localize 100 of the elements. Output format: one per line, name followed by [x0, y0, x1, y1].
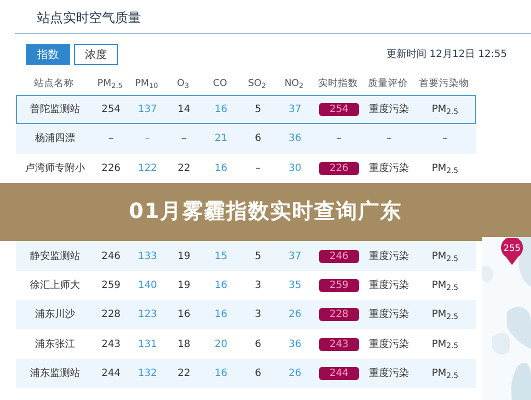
- table-cell: 37: [288, 250, 302, 262]
- table-cell: 35: [288, 280, 302, 291]
- table-cell: PM$_{2.5}$: [432, 162, 458, 174]
- table-cell: 19: [178, 280, 190, 291]
- page-title: 站点实时空气质量: [37, 10, 141, 28]
- table-cell: 19: [178, 250, 190, 262]
- table-cell: 3: [254, 309, 262, 320]
- column-header: 首要污染物: [418, 76, 470, 91]
- table-cell: 重度污染: [369, 309, 409, 320]
- table-cell: 18: [178, 338, 190, 350]
- table-cell: 5: [254, 104, 262, 116]
- table-cell: –: [386, 133, 392, 144]
- table-cell: 228: [101, 309, 121, 320]
- table-cell: PM$_{2.5}$: [432, 280, 458, 291]
- table-cell: 20: [214, 338, 228, 350]
- table-cell: 137: [138, 104, 158, 116]
- table-cell: 静安监测站: [30, 250, 80, 262]
- table-cell: 杨浦四漂: [35, 133, 75, 144]
- table-cell: 131: [138, 338, 158, 350]
- tab[interactable]: 浓度: [74, 44, 118, 65]
- table-cell: 浦东张江: [35, 338, 75, 350]
- column-header: PM$_{2.5}$: [96, 76, 124, 92]
- column-header: PM$_{10}$: [134, 76, 159, 92]
- table-cell: 5: [254, 250, 262, 262]
- index-badge: 246: [319, 250, 359, 263]
- table-cell: PM$_{2.5}$: [432, 338, 458, 350]
- table-cell: 133: [138, 250, 158, 262]
- index-badge: 226: [319, 162, 359, 175]
- table-cell: –: [442, 133, 448, 144]
- table-cell: 重度污染: [369, 162, 409, 174]
- table-cell: 254: [101, 104, 121, 116]
- table-cell: 246: [101, 250, 121, 262]
- table-cell: 259: [101, 280, 121, 291]
- index-badge: 228: [319, 308, 359, 322]
- table-cell: 徐汇上师大: [30, 280, 80, 291]
- table-cell: 140: [138, 280, 158, 291]
- table-cell: 重度污染: [369, 250, 409, 262]
- table-cell: 3: [254, 280, 262, 291]
- column-header: SO$_{2}$: [246, 76, 268, 92]
- table-cell: 卢湾师专附小: [25, 162, 85, 174]
- column-header: O$_{3}$: [176, 76, 190, 92]
- table-cell: 重度污染: [369, 368, 409, 379]
- table-cell: 26: [288, 368, 302, 379]
- table-row[interactable]: 静安监测站 246 133 19 15 5 37 246 重度污染 PM$_{2.5}$: [16, 241, 476, 271]
- table-cell: PM$_{2.5}$: [432, 368, 458, 379]
- table-cell: –: [256, 162, 260, 174]
- banner-title: 01月雾霾指数实时查询广东: [128, 198, 402, 226]
- table-cell: 122: [138, 162, 158, 174]
- table-cell: 6: [254, 133, 262, 144]
- table-cell: 16: [214, 104, 228, 116]
- table-cell: 30: [288, 162, 302, 174]
- update-time: 更新时间 12月12日 12:55: [386, 48, 507, 62]
- index-badge: 244: [319, 366, 359, 380]
- table-cell: 22: [178, 368, 190, 379]
- table-cell: 243: [101, 338, 121, 350]
- table-cell: 浦东监测站: [30, 368, 80, 379]
- table-cell: 重度污染: [369, 338, 409, 350]
- table-row[interactable]: 浦东川沙 228 123 16 16 3 26 228 重度污染 PM$_{2.5}$: [16, 300, 476, 330]
- pin-value: 255: [502, 243, 522, 256]
- table-cell: 16: [214, 162, 228, 174]
- table-cell: 36: [288, 338, 302, 350]
- table-cell: PM$_{2.5}$: [432, 250, 458, 262]
- table-cell: 37: [288, 104, 302, 116]
- table-cell: 14: [178, 104, 190, 116]
- table-cell: 6: [254, 368, 262, 379]
- table-cell: 226: [101, 162, 121, 174]
- index-badge: 259: [319, 278, 359, 292]
- table-cell: 16: [214, 309, 228, 320]
- table-cell: 重度污染: [369, 104, 409, 116]
- map-pin[interactable]: 255: [500, 238, 524, 266]
- table-cell: –: [336, 133, 342, 144]
- table-cell: 16: [178, 309, 190, 320]
- table-cell: 22: [178, 162, 190, 174]
- column-header: 实时指数: [317, 76, 359, 91]
- table-cell: 重度污染: [369, 280, 409, 291]
- table-cell: –: [145, 133, 150, 144]
- table-cell: 36: [288, 133, 302, 144]
- table-cell: –: [108, 133, 114, 144]
- table-row[interactable]: 普陀监测站 254 137 14 16 5 37 254 重度污染 PM$_{2.5}$: [16, 95, 476, 124]
- table-row[interactable]: 浦东监测站 244 132 22 16 6 26 244 重度污染 PM$_{2.5}$: [16, 358, 476, 388]
- column-header: CO: [212, 76, 228, 91]
- column-header: NO$_{2}$: [283, 76, 305, 92]
- table-cell: 15: [214, 250, 228, 262]
- tab[interactable]: 指数: [26, 44, 70, 65]
- table-cell: 浦东川沙: [35, 309, 75, 320]
- table-cell: 123: [138, 309, 158, 320]
- table-row[interactable]: 杨浦四漂 – – – 21 6 36 – – –: [16, 124, 476, 154]
- table-cell: 16: [214, 368, 228, 379]
- index-badge: 243: [319, 338, 359, 351]
- table-cell: 16: [214, 280, 228, 291]
- column-header: 质量评价: [367, 76, 409, 91]
- table-cell: 244: [101, 368, 121, 379]
- table-cell: 21: [214, 133, 228, 144]
- table-cell: –: [182, 133, 186, 144]
- table-cell: PM$_{2.5}$: [432, 104, 458, 116]
- table-cell: 普陀监测站: [30, 104, 80, 116]
- table-cell: PM$_{2.5}$: [432, 309, 458, 320]
- column-header: 站点名称: [33, 76, 75, 91]
- index-badge: 254: [319, 103, 359, 116]
- table-cell: 26: [288, 309, 302, 320]
